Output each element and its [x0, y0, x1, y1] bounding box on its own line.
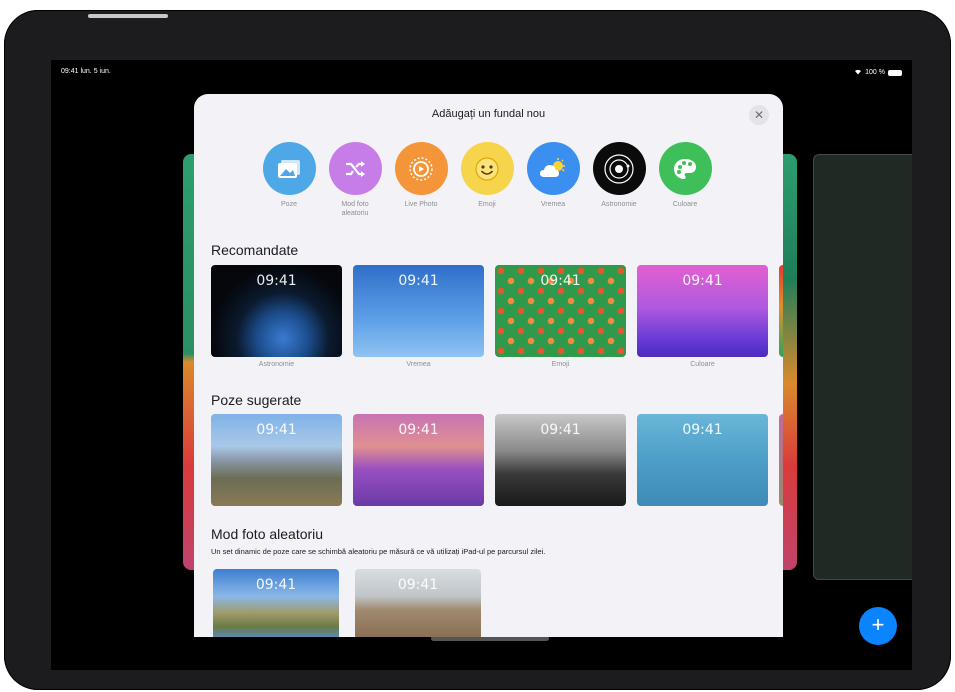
type-shuffle[interactable]: Mod foto aleatoriu — [328, 142, 382, 218]
palette-icon[interactable] — [658, 142, 712, 195]
tile-time: 09:41 — [255, 577, 297, 593]
type-live-photo[interactable]: Live Photo — [394, 142, 448, 218]
sheet-header: Adăugați un fundal nou ✕ — [194, 94, 783, 134]
tile-time: 09:41 — [398, 422, 439, 438]
emoji-icon[interactable] — [460, 142, 514, 195]
section-shuffle-title: Mod foto aleatoriu — [211, 526, 324, 542]
recommended-tile-partial[interactable] — [779, 265, 783, 357]
suggested-photo-mountains[interactable]: 09:41 — [211, 414, 342, 506]
shuffle-icon[interactable] — [328, 142, 382, 195]
ipad-frame: 09:41 lun. 5 iun. 100 % + Adăugați un fu… — [4, 10, 951, 690]
add-wallpaper-sheet: Adăugați un fundal nou ✕ Poze Mod foto a… — [194, 94, 783, 637]
type-label: Mod foto aleatoriu — [341, 201, 369, 217]
shuffle-photo-river[interactable]: 09:41 — [213, 569, 339, 637]
tile-time: 09:41 — [256, 422, 297, 438]
tile-time: 09:41 — [682, 273, 723, 289]
wifi-icon — [854, 68, 862, 77]
tile-time: 09:41 — [398, 273, 439, 289]
recommended-tile-astronomy[interactable]: 09:41 — [211, 265, 342, 357]
photos-icon[interactable] — [262, 142, 316, 195]
screen: 09:41 lun. 5 iun. 100 % + Adăugați un fu… — [51, 60, 912, 670]
live-photo-icon[interactable] — [394, 142, 448, 195]
type-label: Poze — [281, 201, 297, 208]
tile-label: Culoare — [690, 361, 715, 368]
battery-percent: 100 % — [865, 69, 885, 76]
recommended-tile-emoji[interactable]: 09:41 — [495, 265, 626, 357]
suggested-photo-sunset-road[interactable]: 09:41 — [353, 414, 484, 506]
add-wallpaper-button[interactable]: + — [859, 607, 897, 645]
wallpaper-type-row: Poze Mod foto aleatoriu Live Photo Emoji… — [262, 142, 712, 218]
tile-label: Emoji — [551, 361, 570, 368]
type-label: Culoare — [672, 201, 698, 208]
type-photos[interactable]: Poze — [262, 142, 316, 218]
type-label: Astronomie — [601, 201, 637, 208]
type-label: Vremea — [540, 201, 566, 208]
top-button — [88, 14, 168, 18]
tile-label: Astronomie — [258, 361, 295, 368]
status-time: 09:41 lun. 5 iun. — [61, 68, 111, 75]
wallpaper-card-right[interactable] — [781, 154, 797, 570]
recommended-tile-color[interactable]: 09:41 — [637, 265, 768, 357]
shuffle-photo-rock[interactable]: 09:41 — [355, 569, 481, 637]
battery-icon — [888, 69, 902, 76]
type-label: Live Photo — [404, 201, 438, 208]
section-suggested-title: Poze sugerate — [211, 392, 302, 408]
recommended-tile-weather[interactable]: 09:41 — [353, 265, 484, 357]
tile-time: 09:41 — [256, 273, 297, 289]
type-emoji[interactable]: Emoji — [460, 142, 514, 218]
type-astronomy[interactable]: Astronomie — [592, 142, 646, 218]
type-weather[interactable]: Vremea — [526, 142, 580, 218]
status-right: 100 % — [854, 68, 902, 77]
tile-time: 09:41 — [397, 577, 439, 593]
type-color[interactable]: Culoare — [658, 142, 712, 218]
sheet-title: Adăugați un fundal nou — [431, 108, 546, 120]
type-label: Emoji — [478, 201, 496, 208]
wallpaper-card-next[interactable] — [813, 154, 912, 580]
suggested-photo-rocks[interactable]: 09:41 — [495, 414, 626, 506]
suggested-photo-partial[interactable] — [779, 414, 783, 506]
close-button[interactable]: ✕ — [749, 105, 769, 125]
section-shuffle-subtitle: Un set dinamic de poze care se schimbă a… — [211, 547, 546, 556]
tile-time: 09:41 — [540, 273, 581, 289]
tile-time: 09:41 — [682, 422, 723, 438]
tile-label: Vremea — [406, 361, 431, 368]
astronomy-icon[interactable] — [592, 142, 646, 195]
section-recommended-title: Recomandate — [211, 242, 299, 258]
weather-icon[interactable] — [526, 142, 580, 195]
suggested-photo-sea[interactable]: 09:41 — [637, 414, 768, 506]
tile-time: 09:41 — [540, 422, 581, 438]
